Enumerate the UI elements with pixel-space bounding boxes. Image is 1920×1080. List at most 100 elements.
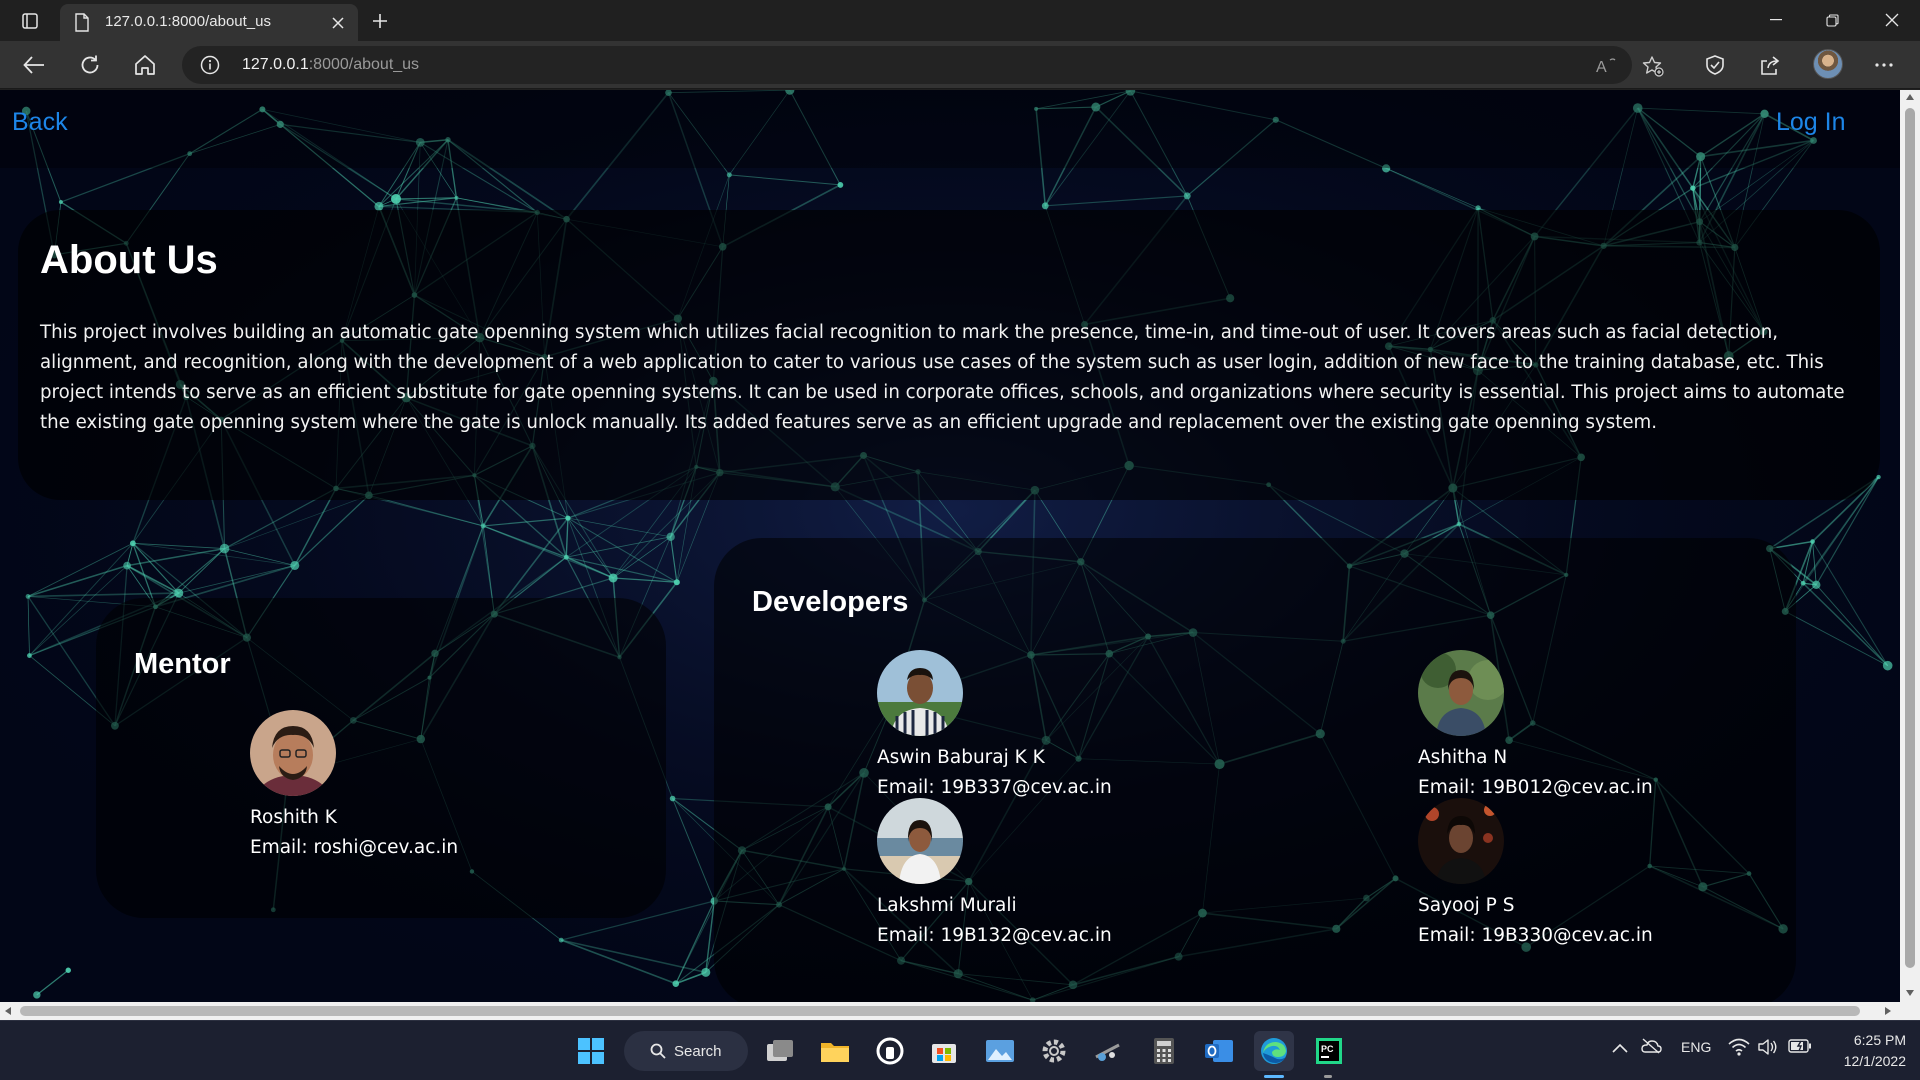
scroll-left-icon[interactable]	[5, 1007, 11, 1015]
url-text: 127.0.0.1:8000/about_us	[242, 56, 419, 74]
refresh-icon[interactable]	[72, 49, 108, 81]
developer-photo	[877, 650, 963, 736]
developer-email: Email: 19B132@cev.ac.in	[877, 925, 1112, 946]
clock-time: 6:25 PM	[1853, 1032, 1906, 1048]
taskbar-search[interactable]: Search	[624, 1031, 748, 1071]
mentor-name: Roshith K	[250, 807, 337, 828]
mentor-email: Email: roshi@cev.ac.in	[250, 837, 459, 858]
network-node	[1876, 474, 1881, 480]
developer-name: Sayooj P S	[1418, 895, 1515, 916]
browser-essentials-icon[interactable]	[1697, 49, 1733, 81]
horizontal-scroll-thumb[interactable]	[20, 1006, 1860, 1016]
add-favorite-icon[interactable]	[1640, 53, 1666, 79]
restore-icon[interactable]	[1804, 0, 1860, 40]
network-node	[1456, 521, 1462, 527]
network-node	[65, 967, 71, 973]
network-node	[1183, 192, 1191, 200]
search-label: Search	[674, 1042, 722, 1060]
wifi-icon[interactable]	[1728, 1038, 1750, 1059]
mentor-profile: Roshith K Email: roshi@cev.ac.in	[250, 710, 550, 863]
taskbar-clock[interactable]: 6:25 PM 12/1/2022	[1826, 1030, 1906, 1072]
profile-avatar[interactable]	[1813, 49, 1843, 79]
outlook-icon[interactable]	[1199, 1031, 1239, 1071]
photos-icon[interactable]	[980, 1031, 1020, 1071]
vertical-scroll-thumb[interactable]	[1905, 108, 1915, 968]
page-viewport: Back Log In About Us This project involv…	[0, 90, 1900, 1002]
pycharm-icon[interactable]: PC	[1309, 1031, 1349, 1071]
windows-start-icon[interactable]	[571, 1031, 611, 1071]
developer-photo	[1418, 650, 1504, 736]
network-node	[563, 554, 569, 560]
scroll-down-icon[interactable]	[1906, 990, 1914, 996]
developer-card: Sayooj P S Email: 19B330@cev.ac.in	[1418, 798, 1718, 951]
microsoft-store-icon[interactable]	[924, 1031, 964, 1071]
scroll-up-icon[interactable]	[1906, 94, 1914, 100]
vertical-scrollbar[interactable]	[1900, 90, 1920, 1002]
language-indicator[interactable]: ENG	[1681, 1039, 1711, 1055]
network-line	[36, 969, 69, 996]
horizontal-scrollbar[interactable]	[0, 1002, 1900, 1020]
network-node	[1812, 580, 1821, 590]
snipping-tool-icon[interactable]	[1088, 1031, 1128, 1071]
minimize-icon[interactable]	[1748, 0, 1804, 40]
site-info-icon[interactable]	[200, 55, 220, 79]
network-node	[174, 588, 184, 598]
show-hidden-icons-icon[interactable]	[1612, 1040, 1628, 1056]
volume-icon[interactable]	[1758, 1038, 1778, 1059]
developers-section: Developers Aswin Baburaj K K Email: 19B3…	[714, 538, 1796, 1002]
page-icon	[74, 13, 90, 36]
calculator-icon[interactable]	[1144, 1031, 1184, 1071]
mentor-heading: Mentor	[134, 648, 231, 680]
network-node	[25, 594, 31, 599]
more-options-icon[interactable]	[1866, 49, 1902, 81]
browser-tab[interactable]: 127.0.0.1:8000/about_us	[60, 4, 358, 41]
onedrive-offline-icon[interactable]	[1640, 1038, 1662, 1057]
svg-text:A: A	[1596, 59, 1607, 76]
network-node	[480, 523, 486, 529]
about-section: About Us This project involves building …	[18, 210, 1880, 500]
network-node	[1800, 580, 1806, 586]
developer-card: Aswin Baburaj K K Email: 19B337@cev.ac.i…	[877, 650, 1177, 803]
mentor-photo	[250, 710, 336, 796]
file-explorer-icon[interactable]	[815, 1031, 855, 1071]
network-node	[129, 540, 136, 547]
url-path: :8000/about_us	[308, 56, 420, 73]
developer-photo	[877, 798, 963, 884]
network-node	[454, 195, 459, 200]
browser-tab-bar: 127.0.0.1:8000/about_us	[0, 0, 1920, 41]
about-description: This project involves building an automa…	[40, 322, 1845, 433]
back-arrow-icon[interactable]	[16, 49, 52, 81]
developer-email: Email: 19B330@cev.ac.in	[1418, 925, 1653, 946]
login-link[interactable]: Log In	[1776, 108, 1846, 137]
network-node	[669, 795, 676, 802]
network-node	[608, 573, 618, 583]
read-aloud-icon[interactable]: A	[1594, 53, 1620, 79]
network-node	[558, 937, 564, 943]
top-nav	[0, 90, 1900, 168]
battery-icon[interactable]	[1788, 1039, 1812, 1056]
network-node	[1690, 185, 1696, 191]
close-tab-icon[interactable]	[326, 11, 350, 35]
network-node	[673, 579, 680, 586]
app-icon-circle[interactable]	[870, 1031, 910, 1071]
back-link[interactable]: Back	[12, 108, 68, 137]
edge-active-indicator	[1264, 1075, 1284, 1078]
network-node	[666, 532, 675, 542]
edge-browser-icon[interactable]	[1254, 1031, 1294, 1071]
network-node	[27, 653, 32, 658]
settings-gear-icon[interactable]	[1034, 1031, 1074, 1071]
home-icon[interactable]	[127, 49, 163, 81]
close-window-icon[interactable]	[1864, 0, 1920, 40]
share-icon[interactable]	[1752, 49, 1788, 81]
network-node	[219, 543, 230, 554]
developer-photo	[1418, 798, 1504, 884]
address-bar[interactable]: 127.0.0.1:8000/about_us A	[182, 46, 1664, 84]
tab-actions-icon[interactable]	[14, 8, 46, 34]
developer-card: Ashitha N Email: 19B012@cev.ac.in	[1418, 650, 1718, 803]
new-tab-icon[interactable]	[364, 6, 396, 36]
task-view-icon[interactable]	[760, 1031, 800, 1071]
network-node	[701, 967, 711, 977]
clock-date: 12/1/2022	[1843, 1053, 1906, 1069]
pycharm-running-indicator	[1324, 1075, 1332, 1078]
scroll-right-icon[interactable]	[1885, 1007, 1891, 1015]
